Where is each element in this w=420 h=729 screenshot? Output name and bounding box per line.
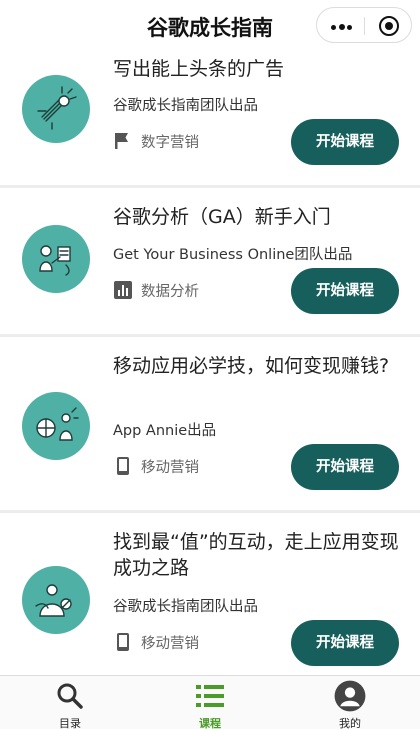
course-publisher: 谷歌成长指南团队出品 bbox=[113, 599, 258, 615]
course-category-label: 移动营销 bbox=[141, 635, 199, 652]
course-publisher: 谷歌成长指南团队出品 bbox=[113, 98, 258, 114]
tab-courses[interactable]: 课程 bbox=[140, 676, 280, 729]
course-category: 移动营销 bbox=[113, 455, 199, 477]
more-options-icon[interactable] bbox=[331, 24, 353, 30]
tab-profile[interactable]: 我的 bbox=[280, 676, 420, 729]
nav-header: 谷歌成长指南 bbox=[0, 0, 420, 52]
bottom-tab-bar: 目录 课程 我的 bbox=[0, 675, 420, 729]
course-card[interactable]: 找到最“值”的互动，走上应用变现成功之路 谷歌成长指南团队出品 移动营销 开始课… bbox=[0, 513, 420, 675]
start-course-button[interactable]: 开始课程 bbox=[291, 119, 399, 165]
user-icon bbox=[334, 680, 366, 712]
bar-chart-icon bbox=[114, 281, 132, 299]
list-icon bbox=[196, 685, 224, 707]
tab-catalog[interactable]: 目录 bbox=[0, 676, 140, 729]
start-course-button[interactable]: 开始课程 bbox=[291, 444, 399, 490]
course-title: 找到最“值”的互动，走上应用变现成功之路 bbox=[113, 531, 399, 579]
start-course-button[interactable]: 开始课程 bbox=[291, 620, 399, 666]
course-illustration-icon bbox=[22, 392, 90, 460]
course-publisher: App Annie出品 bbox=[113, 423, 217, 439]
course-illustration-icon bbox=[22, 566, 90, 634]
course-card[interactable]: 写出能上头条的广告 谷歌成长指南团队出品 数字营销 开始课程 bbox=[0, 40, 420, 188]
course-category: 数据分析 bbox=[113, 279, 199, 301]
course-title: 谷歌分析（GA）新手入门 bbox=[113, 206, 331, 228]
capsule-divider bbox=[364, 17, 365, 35]
course-illustration-icon bbox=[22, 75, 90, 143]
tab-label: 课程 bbox=[199, 717, 221, 729]
course-category-label: 数字营销 bbox=[141, 134, 199, 151]
tab-label: 目录 bbox=[59, 717, 81, 729]
course-category: 移动营销 bbox=[113, 631, 199, 653]
course-card[interactable]: 谷歌分析（GA）新手入门 Get Your Business Online团队出… bbox=[0, 188, 420, 337]
mobile-phone-icon bbox=[117, 457, 129, 475]
search-icon bbox=[57, 683, 83, 709]
flag-icon bbox=[115, 133, 128, 149]
mini-program-capsule bbox=[316, 7, 412, 43]
course-category-label: 移动营销 bbox=[141, 459, 199, 476]
course-title: 移动应用必学技，如何变现赚钱? bbox=[113, 355, 390, 377]
course-title: 写出能上头条的广告 bbox=[113, 58, 285, 80]
tab-label: 我的 bbox=[339, 717, 361, 729]
close-target-icon[interactable] bbox=[379, 16, 399, 36]
course-category-label: 数据分析 bbox=[141, 283, 199, 300]
course-card[interactable]: 移动应用必学技，如何变现赚钱? App Annie出品 移动营销 开始课程 bbox=[0, 337, 420, 513]
mobile-phone-icon bbox=[117, 633, 129, 651]
course-illustration-icon bbox=[22, 225, 90, 293]
course-publisher: Get Your Business Online团队出品 bbox=[113, 247, 353, 263]
start-course-button[interactable]: 开始课程 bbox=[291, 268, 399, 314]
course-category: 数字营销 bbox=[113, 130, 199, 152]
